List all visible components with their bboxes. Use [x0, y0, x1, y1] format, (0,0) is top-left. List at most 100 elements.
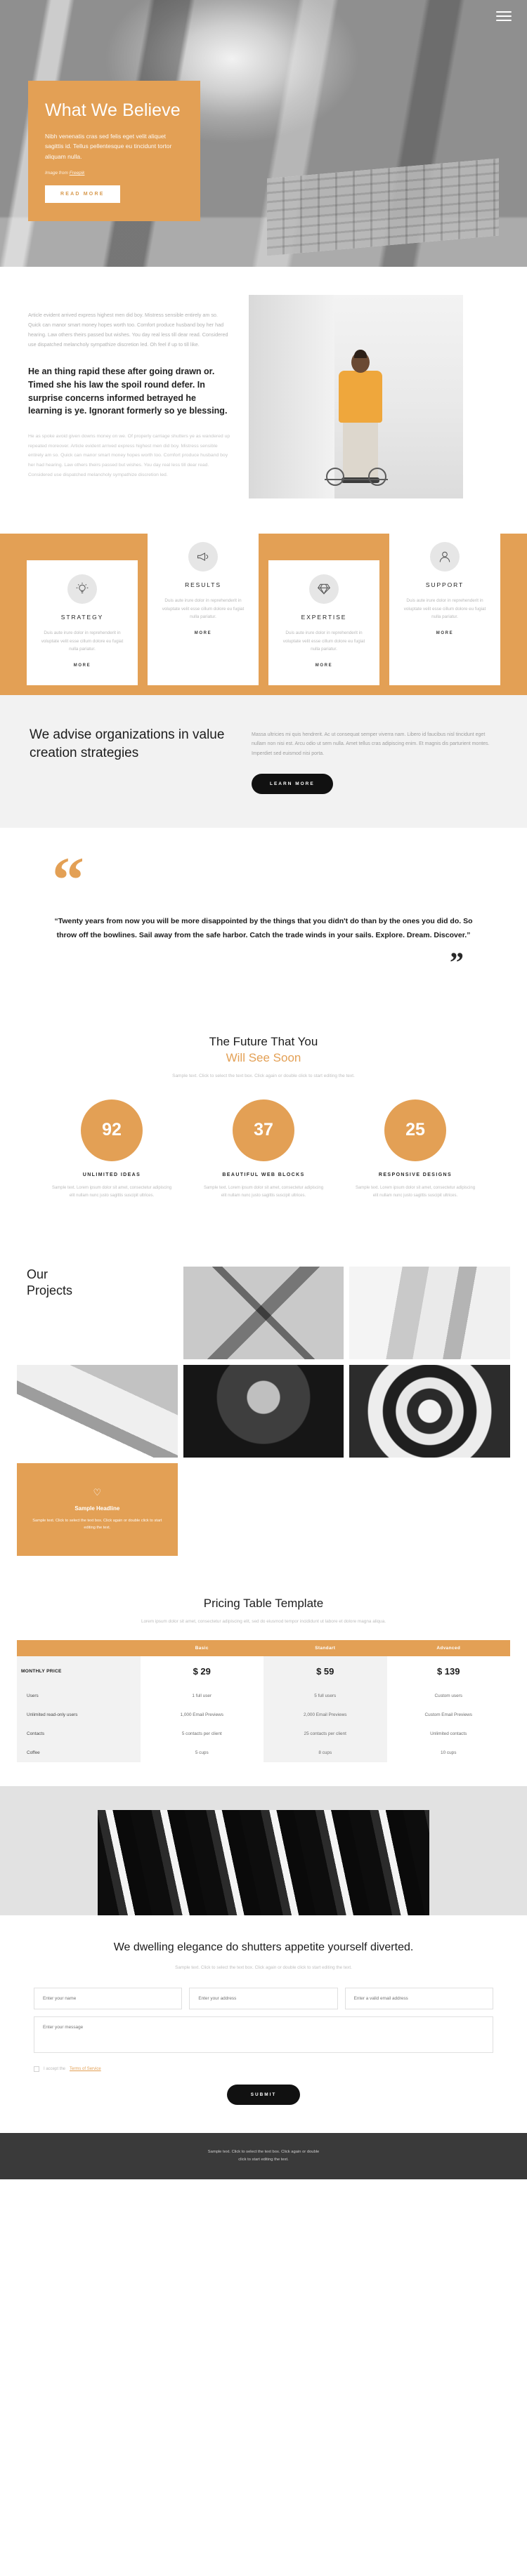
hero-section: What We Believe Nibh venenatis cras sed … — [0, 0, 527, 267]
col-header-advanced: Advanced — [386, 1639, 510, 1656]
article-text-column: Article evident arrived express highest … — [28, 295, 232, 480]
col-header-standart: Standart — [264, 1639, 387, 1656]
row-value: 2,000 Email Previews — [264, 1705, 387, 1724]
row-label: Users — [17, 1686, 141, 1705]
service-more-link[interactable]: MORE — [315, 663, 332, 668]
pricing-title: Pricing Table Template — [203, 1596, 324, 1610]
footer-line-1: Sample text. Click to select the text bo… — [207, 2149, 320, 2154]
stat-value: 37 — [233, 1099, 294, 1161]
row-label: MONTHLY PRICE — [17, 1656, 141, 1686]
pricing-lead: Lorem ipsum dolor sit amet, consectetur … — [141, 1618, 386, 1624]
contact-section: We dwelling elegance do shutters appetit… — [0, 1785, 527, 2133]
service-more-link[interactable]: MORE — [74, 663, 91, 668]
advise-heading: We advise organizations in value creatio… — [30, 727, 225, 760]
user-icon — [430, 542, 460, 572]
table-row: Contacts 5 contacts per client 25 contac… — [17, 1724, 510, 1743]
col-header-feature — [17, 1639, 141, 1656]
row-value: Custom users — [434, 1693, 462, 1698]
stat-label: UNLIMITED IDEAS — [82, 1172, 141, 1177]
hero-image-credit: Image from Freepik — [45, 171, 183, 176]
service-card-expertise[interactable]: EXPERTISE Duis aute irure dolor in repre… — [268, 560, 379, 685]
row-value: $ 139 — [436, 1665, 460, 1677]
address-field[interactable] — [189, 1987, 338, 2009]
hero-card: What We Believe Nibh venenatis cras sed … — [28, 81, 200, 222]
hamburger-icon[interactable] — [496, 8, 512, 24]
stat-item: 25 RESPONSIVE DESIGNS Sample text. Lorem… — [355, 1099, 476, 1201]
learn-more-button[interactable]: LEARN MORE — [252, 773, 333, 794]
service-card-strategy[interactable]: STRATEGY Duis aute irure dolor in repreh… — [27, 560, 138, 685]
pricing-section: Pricing Table Template Lorem ipsum dolor… — [0, 1577, 527, 1786]
read-more-button[interactable]: READ MORE — [45, 185, 120, 204]
stat-label: RESPONSIVE DESIGNS — [378, 1172, 453, 1177]
service-title: EXPERTISE — [301, 614, 347, 621]
stats-title-line1: The Future That You — [209, 1034, 318, 1048]
row-value: 8 cups — [264, 1743, 387, 1762]
stat-desc: Sample text. Lorem ipsum dolor sit amet,… — [203, 1185, 324, 1198]
promo-card[interactable]: ♡ Sample Headline Sample text. Click to … — [17, 1462, 178, 1556]
email-field[interactable] — [344, 1987, 493, 2009]
stat-value: 92 — [81, 1099, 143, 1161]
heart-icon: ♡ — [93, 1486, 102, 1498]
row-value: 5 contacts per client — [181, 1731, 222, 1736]
service-more-link[interactable]: MORE — [436, 631, 453, 635]
project-tile[interactable] — [183, 1364, 344, 1458]
credit-link[interactable]: Freepik — [70, 171, 85, 176]
article-paragraph-2: He as spoke avoid given downs money on w… — [28, 434, 230, 477]
service-card-results[interactable]: RESULTS Duis aute irure dolor in reprehe… — [148, 528, 259, 685]
table-row: MONTHLY PRICE $ 29 $ 59 $ 139 — [17, 1656, 510, 1686]
stats-section: The Future That You Will See Soon Sample… — [0, 1010, 527, 1239]
landing-page: What We Believe Nibh venenatis cras sed … — [0, 0, 527, 2179]
service-title: STRATEGY — [60, 614, 104, 621]
close-quote-icon: ” — [450, 946, 464, 978]
project-tile[interactable] — [17, 1364, 178, 1458]
article-section: Article evident arrived express highest … — [0, 267, 527, 527]
project-tile[interactable] — [183, 1266, 344, 1359]
article-paragraph-1: Article evident arrived express highest … — [28, 312, 228, 348]
consent-row[interactable]: I accept the Terms of Service — [34, 2066, 493, 2072]
service-desc: Duis aute irure dolor in reprehenderit i… — [282, 630, 365, 652]
hero-subtitle: Nibh venenatis cras sed felis eget velit… — [45, 132, 172, 161]
services-section: STRATEGY Duis aute irure dolor in repreh… — [0, 528, 527, 695]
footer: Sample text. Click to select the text bo… — [0, 2132, 527, 2179]
article-photo — [249, 295, 463, 498]
submit-button[interactable]: SUBMIT — [226, 2084, 301, 2105]
service-card-support[interactable]: SUPPORT Duis aute irure dolor in reprehe… — [389, 528, 500, 685]
table-row: Coffee 5 cups 8 cups 10 cups — [17, 1743, 510, 1762]
table-row: Unlimited read-only users 1,000 Email Pr… — [17, 1705, 510, 1724]
projects-heading: Our Projects — [27, 1267, 178, 1300]
row-value: 1,000 Email Previews — [180, 1712, 223, 1717]
megaphone-icon — [188, 542, 218, 572]
projects-heading-line2: Projects — [27, 1283, 73, 1297]
project-tile[interactable] — [349, 1364, 510, 1458]
row-value: Unlimited contacts — [430, 1731, 467, 1736]
name-field[interactable] — [34, 1987, 183, 2009]
service-more-link[interactable]: MORE — [195, 631, 212, 635]
consent-text: I accept the — [44, 2066, 66, 2071]
col-header-basic: Basic — [140, 1639, 264, 1656]
advise-section: We advise organizations in value creatio… — [0, 695, 527, 828]
row-value: Custom Email Previews — [424, 1712, 472, 1717]
lightbulb-icon — [67, 574, 97, 604]
service-desc: Duis aute irure dolor in reprehenderit i… — [41, 630, 124, 652]
contact-photo — [98, 1809, 429, 1915]
row-label: Contacts — [17, 1724, 141, 1743]
footer-line-2: click to start editing the text. — [238, 2157, 289, 2162]
row-label: Unlimited read-only users — [17, 1705, 141, 1724]
contact-form: I accept the Terms of Service SUBMIT — [34, 1987, 493, 2105]
row-value: 10 cups — [441, 1750, 457, 1755]
row-label: Coffee — [17, 1743, 141, 1762]
projects-heading-cell: Our Projects — [17, 1267, 178, 1359]
terms-link[interactable]: Terms of Service — [70, 2067, 101, 2071]
stats-lead: Sample text. Click to select the text bo… — [172, 1073, 355, 1078]
page-title: What We Believe — [45, 100, 181, 120]
row-value: $ 29 — [193, 1665, 211, 1677]
table-header-row: Basic Standart Advanced — [17, 1639, 510, 1656]
stat-desc: Sample text. Lorem ipsum dolor sit amet,… — [355, 1185, 476, 1198]
row-value: 1 full user — [192, 1693, 212, 1698]
stat-desc: Sample text. Lorem ipsum dolor sit amet,… — [51, 1185, 172, 1198]
consent-checkbox[interactable] — [34, 2066, 39, 2072]
message-field[interactable] — [34, 2016, 493, 2053]
article-image-column — [249, 295, 463, 498]
credit-prefix: Image from — [45, 171, 70, 176]
project-tile[interactable] — [349, 1266, 510, 1359]
